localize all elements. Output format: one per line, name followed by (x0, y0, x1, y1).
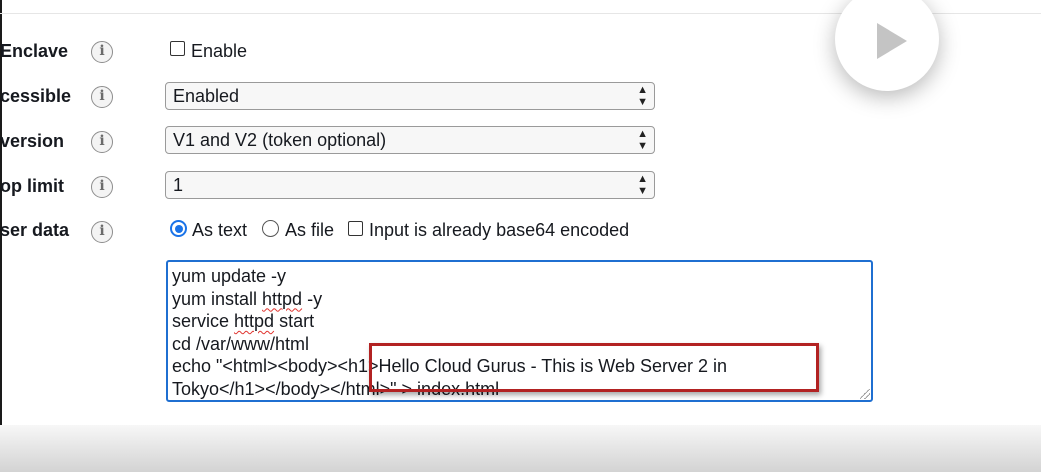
up-down-arrows-icon: ▲ ▼ (637, 173, 648, 197)
up-down-arrows-icon: ▲ ▼ (637, 128, 648, 152)
play-icon (877, 23, 907, 59)
as-text-radio[interactable] (170, 220, 187, 237)
as-file-radio[interactable] (262, 220, 279, 237)
as-text-label: As text (192, 220, 248, 240)
bottom-shadow (0, 425, 1041, 472)
hop-limit-select[interactable]: 1 ▲ ▼ (165, 171, 655, 199)
accessible-select[interactable]: Enabled ▲ ▼ (165, 82, 655, 110)
info-icon[interactable]: i (91, 41, 113, 63)
enclave-label: Enclave (0, 41, 69, 61)
user-data-label: ser data (0, 220, 70, 240)
info-icon[interactable]: i (91, 221, 113, 243)
code-line: service httpd start (172, 311, 315, 331)
base64-label: Input is already base64 encoded (369, 220, 630, 240)
accessible-label: cessible (0, 86, 72, 106)
as-file-label: As file (285, 220, 335, 240)
info-icon[interactable]: i (91, 176, 113, 198)
play-button[interactable] (835, 0, 939, 91)
version-label: version (0, 131, 65, 151)
code-line: yum update -y (172, 266, 287, 286)
up-down-arrows-icon: ▲ ▼ (637, 84, 648, 108)
hop-limit-label: op limit (0, 176, 64, 196)
spellcheck-word: httpd (234, 311, 275, 331)
resize-handle[interactable] (860, 389, 870, 399)
accessible-select-value: Enabled (173, 86, 240, 106)
highlight-annotation (369, 343, 819, 392)
enclave-enable-checkbox[interactable] (170, 41, 185, 56)
code-line: yum install httpd -y (172, 288, 323, 309)
version-select-value: V1 and V2 (token optional) (173, 130, 387, 150)
base64-checkbox[interactable] (348, 221, 363, 236)
hop-limit-select-value: 1 (173, 175, 184, 195)
enclave-enable-label: Enable (191, 41, 248, 61)
info-icon[interactable]: i (91, 131, 113, 153)
info-icon[interactable]: i (91, 86, 113, 108)
version-select[interactable]: V1 and V2 (token optional) ▲ ▼ (165, 126, 655, 154)
spellcheck-word: httpd (262, 288, 303, 309)
